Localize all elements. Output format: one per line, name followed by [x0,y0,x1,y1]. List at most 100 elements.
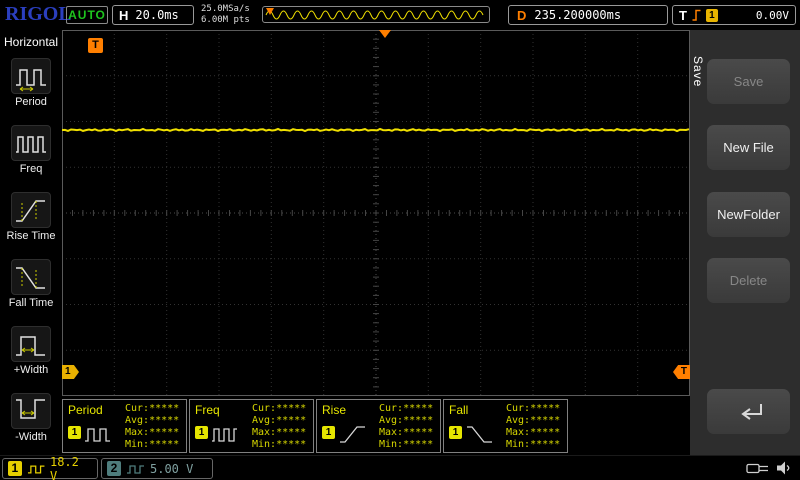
top-bar: RIGOL AUTO H 20.0ms 25.0MSa/s 6.00M pts … [0,0,800,30]
timebase-value: 20.0ms [135,8,178,22]
menu-item-period[interactable]: Period [0,49,62,116]
stat-cur: Cur:***** [252,403,306,415]
measurement-box-rise: Rise 1 Cur:***** Avg:***** Max:***** Min… [316,399,441,453]
back-button[interactable] [707,389,790,434]
delay-readout[interactable]: D 235.200000ms [508,5,668,25]
save-button[interactable]: Save [707,59,790,104]
menu-item-label: Freq [20,163,43,175]
trigger-label: T [679,8,687,23]
menu-item-label: -Width [15,431,47,443]
rise-icon [338,422,368,446]
measurement-box-fall: Fall 1 Cur:***** Avg:***** Max:***** Min… [443,399,568,453]
channel2-badge: 2 [107,461,121,476]
rise-time-icon [11,192,51,228]
rigol-logo: RIGOL [5,3,72,26]
fall-time-icon [11,259,51,295]
stat-avg: Avg:***** [379,415,433,427]
menu-item-plus-width[interactable]: +Width [0,317,62,384]
acquisition-readout: 25.0MSa/s 6.00M pts [201,4,250,26]
measurement-name: Fall [449,403,468,417]
stat-cur: Cur:***** [379,403,433,415]
stat-avg: Avg:***** [506,415,560,427]
measurement-stats: Cur:***** Avg:***** Max:***** Min:***** [252,403,306,451]
new-folder-button[interactable]: NewFolder [707,192,790,237]
period-icon [84,422,114,446]
menu-tab-label: Save [691,56,705,87]
channel1-scale: 18.2 V [50,455,92,480]
channel-badge: 1 [449,426,462,439]
graticule [62,30,690,396]
freq-icon [11,125,51,161]
menu-item-label: +Width [14,364,49,376]
measurement-name: Rise [322,403,346,417]
delay-value: 235.200000ms [534,8,621,22]
channel1-wave-icon [27,463,45,475]
menu-item-rise-time[interactable]: Rise Time [0,183,62,250]
channel1-badge: 1 [8,461,22,476]
stat-avg: Avg:***** [125,415,179,427]
usb-icon [746,461,770,476]
menu-item-label: Rise Time [7,230,56,242]
freq-icon [211,422,241,446]
save-menu-panel: Save Save New File NewFolder Delete [690,30,800,455]
speaker-icon [775,460,793,476]
trigger-level-value: 0.00V [756,9,789,22]
sample-rate: 25.0MSa/s [201,4,250,15]
trigger-readout[interactable]: T 1 0.00V [672,5,796,25]
delay-label: D [517,8,526,23]
status-bar: 1 18.2 V 2 5.00 V [0,455,800,480]
channel2-wave-icon [126,463,145,475]
stat-max: Max:***** [379,427,433,439]
measurement-box-freq: Freq 1 Cur:***** Avg:***** Max:***** Min… [189,399,314,453]
channel2-status[interactable]: 2 5.00 V [101,458,213,479]
return-arrow-icon [731,400,767,424]
stat-max: Max:***** [506,427,560,439]
stat-min: Min:***** [506,439,560,451]
stat-min: Min:***** [379,439,433,451]
oscilloscope-screen: RIGOL AUTO H 20.0ms 25.0MSa/s 6.00M pts … [0,0,800,480]
period-icon [11,58,51,94]
stat-cur: Cur:***** [125,403,179,415]
measurement-strip: Period 1 Cur:***** Avg:***** Max:***** M… [62,399,690,454]
fall-icon [465,422,495,446]
measurement-name: Freq [195,403,220,417]
channel1-status[interactable]: 1 18.2 V [2,458,98,479]
minus-width-icon [11,393,51,429]
waveform-preview-strip[interactable] [262,6,490,23]
measurement-box-period: Period 1 Cur:***** Avg:***** Max:***** M… [62,399,187,453]
trigger-position-indicator: T [88,38,103,53]
plus-width-icon [11,326,51,362]
timebase-label: H [119,8,128,23]
run-mode-badge: AUTO [66,6,108,24]
stat-min: Min:***** [125,439,179,451]
timebase-readout[interactable]: H 20.0ms [112,5,194,25]
stat-min: Min:***** [252,439,306,451]
menu-item-minus-width[interactable]: -Width [0,384,62,451]
measure-item-menu: Horizontal Period Freq [0,30,62,455]
measurement-stats: Cur:***** Avg:***** Max:***** Min:***** [379,403,433,451]
new-file-button[interactable]: New File [707,125,790,170]
memory-depth: 6.00M pts [201,15,250,26]
menu-item-label: Period [15,96,47,108]
preview-waveform [264,7,488,22]
channel-badge: 1 [68,426,81,439]
stat-max: Max:***** [125,427,179,439]
menu-item-label: Fall Time [9,297,54,309]
display-area: T 1 T [62,30,690,396]
trigger-position-marker[interactable] [379,30,391,38]
measurement-stats: Cur:***** Avg:***** Max:***** Min:***** [125,403,179,451]
menu-item-fall-time[interactable]: Fall Time [0,250,62,317]
measure-menu-title: Horizontal [4,35,58,49]
stat-max: Max:***** [252,427,306,439]
menu-item-freq[interactable]: Freq [0,116,62,183]
stat-avg: Avg:***** [252,415,306,427]
delete-button[interactable]: Delete [707,258,790,303]
stat-cur: Cur:***** [506,403,560,415]
channel-badge: 1 [195,426,208,439]
trigger-edge-icon [691,8,702,22]
measurement-stats: Cur:***** Avg:***** Max:***** Min:***** [506,403,560,451]
measurement-name: Period [68,403,103,417]
trigger-source-badge: 1 [706,9,718,22]
channel2-scale: 5.00 V [150,462,193,476]
channel-badge: 1 [322,426,335,439]
